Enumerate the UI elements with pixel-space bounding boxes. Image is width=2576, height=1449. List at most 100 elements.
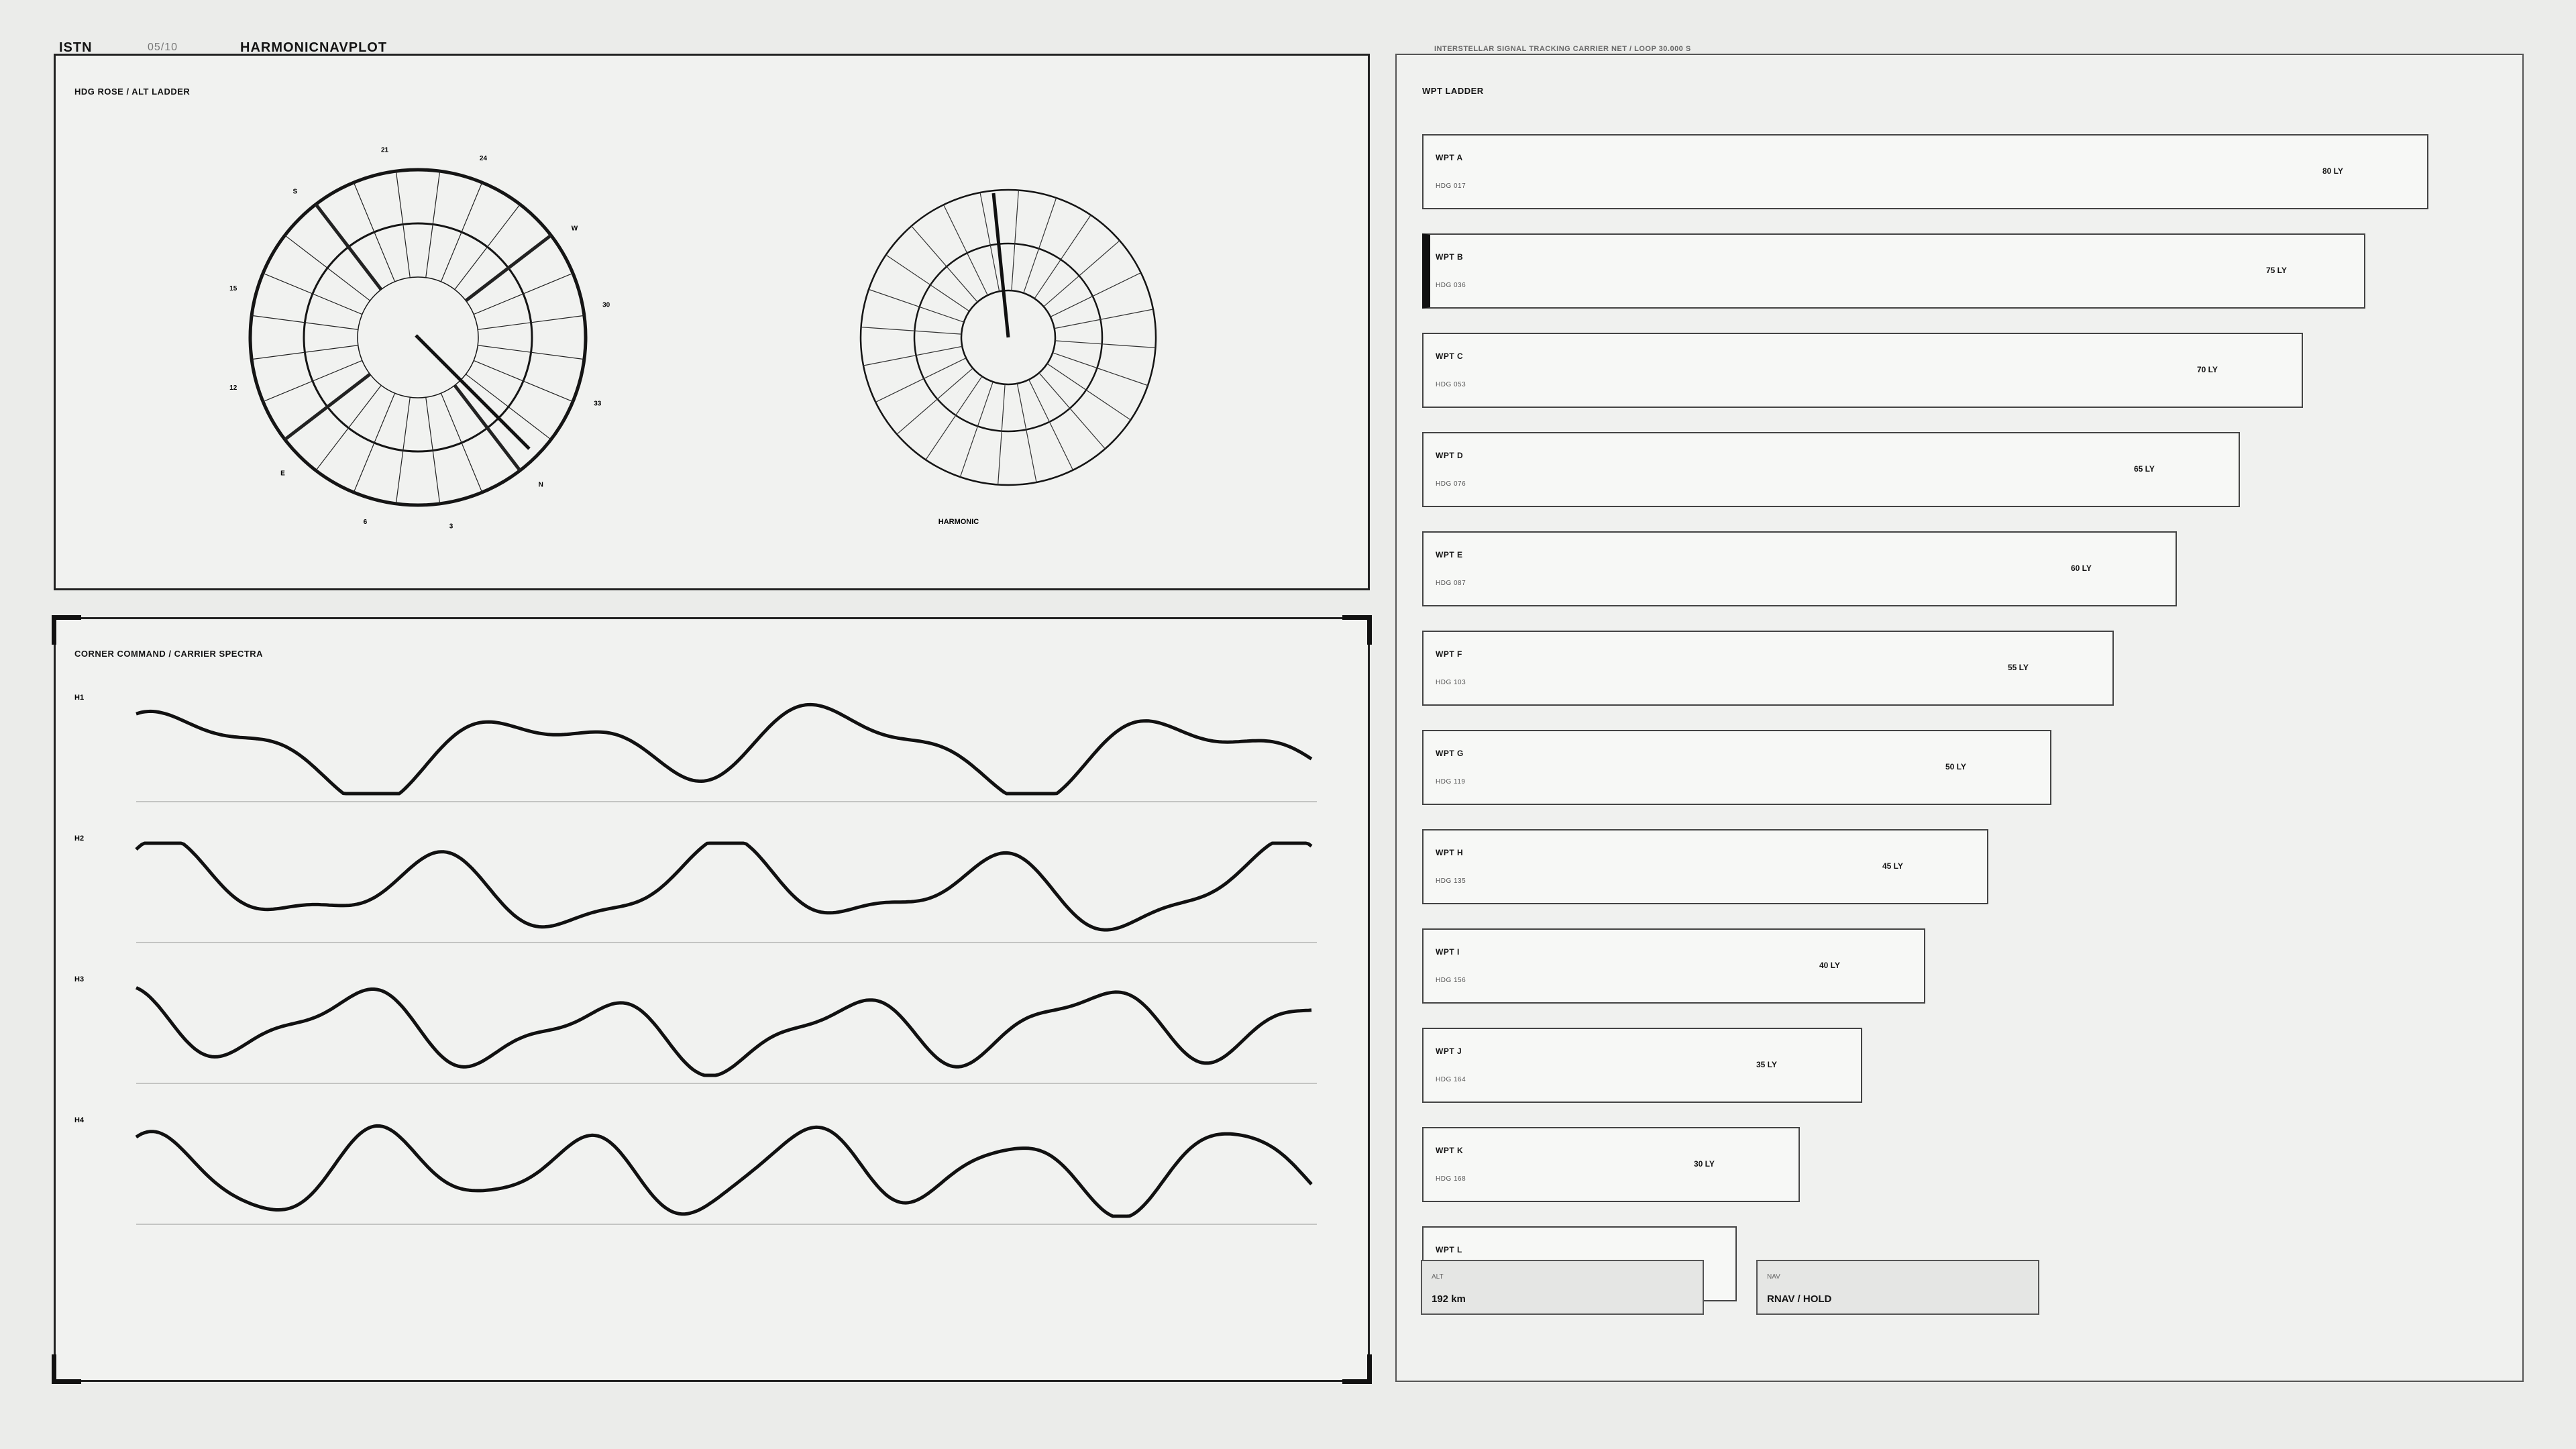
waypoint-distance: 35 LY: [1756, 1060, 1777, 1069]
waypoint-distance: 70 LY: [2197, 365, 2218, 374]
waypoint-row[interactable]: WPT H HDG 135 45 LY: [1422, 829, 1988, 904]
waypoint-name: WPT J: [1436, 1046, 1462, 1056]
waypoint-name: WPT F: [1436, 649, 1462, 659]
rose-heading-needle: [417, 336, 531, 450]
harmonic-spoke: [1028, 379, 1073, 470]
rose-spoke: [284, 235, 370, 301]
waypoint-heading: HDG 164: [1436, 1076, 1466, 1083]
nav-status-box: NAV RNAV / HOLD: [1756, 1260, 2039, 1315]
waypoint-row[interactable]: WPT I HDG 156 40 LY: [1422, 928, 1925, 1004]
harmonic-spoke: [896, 368, 973, 435]
waypoint-name: WPT D: [1436, 451, 1464, 460]
carrier-spectra-panel: CORNER COMMAND / CARRIER SPECTRA H1 H2 H3 H…: [52, 615, 1372, 1384]
harmonic-spoke: [998, 384, 1006, 485]
waypoint-row[interactable]: WPT J HDG 164 35 LY: [1422, 1028, 1862, 1103]
harmonic-spoke: [1050, 272, 1141, 317]
rose-spoke: [262, 360, 363, 402]
waypoint-row[interactable]: WPT F HDG 103 55 LY: [1422, 631, 2114, 706]
waypoint-row[interactable]: WPT B HDG 036 75 LY: [1422, 233, 2365, 309]
harmonic-spoke: [1038, 372, 1106, 449]
spectra-channel-label: H4: [74, 1116, 85, 1124]
harmonic-spoke: [911, 225, 978, 303]
waypoint-heading: HDG 168: [1436, 1175, 1466, 1183]
waypoint-heading: HDG 036: [1436, 282, 1466, 289]
waypoint-row[interactable]: WPT D HDG 076 65 LY: [1422, 432, 2240, 507]
harmonic-spoke: [875, 358, 967, 402]
waypoint-distance: 50 LY: [1945, 762, 1966, 771]
nav-status-value: RNAV / HOLD: [1767, 1293, 1832, 1305]
waypoint-row[interactable]: WPT G HDG 119 50 LY: [1422, 730, 2051, 805]
rose-spoke: [315, 385, 382, 471]
harmonic-spoke: [1046, 363, 1131, 421]
waypoint-name: WPT A: [1436, 153, 1463, 162]
spectra-wave-h3: [135, 986, 1312, 1077]
wpt-ladder-label: WPT LADDER: [1422, 86, 1484, 96]
harmonic-spoke: [863, 345, 963, 366]
rose-spoke: [353, 182, 396, 282]
header-meta: INTERSTELLAR SIGNAL TRACKING CARRIER NET…: [1434, 45, 1691, 53]
spectra-channel-label: H1: [74, 694, 84, 702]
waypoint-heading: HDG 103: [1436, 679, 1466, 686]
heading-rose-dial[interactable]: 21 24 W 30 33 N 3 6 E 12 15 S: [229, 146, 610, 530]
waypoint-heading: HDG 087: [1436, 580, 1466, 587]
harmonic-spoke: [1054, 309, 1154, 329]
waypoint-name: WPT B: [1436, 252, 1464, 262]
waypoint-distance: 55 LY: [2008, 663, 2029, 672]
wpt-ladder-panel: WPT LADDER WPT A HDG 017 80 LY WPT B HDG 036…: [1395, 54, 2524, 1382]
spectra-channel-label: H3: [74, 975, 84, 983]
rose-spoke: [353, 392, 396, 493]
rose-heading-label: 21: [381, 146, 389, 154]
waypoint-distance: 60 LY: [2071, 564, 2092, 573]
waypoint-row[interactable]: WPT E HDG 087 60 LY: [1422, 531, 2177, 606]
waypoint-name: WPT H: [1436, 848, 1464, 857]
alt-status-label: ALT: [1432, 1273, 1444, 1281]
rose-spoke: [284, 372, 372, 441]
rose-heading-label: 30: [602, 302, 610, 309]
spectra-svg: H1 H2 H3 H4: [74, 694, 1317, 1225]
harmonic-spoke: [861, 327, 962, 335]
rose-heading-label: N: [539, 481, 543, 488]
rose-heading-label: W: [572, 225, 578, 233]
harmonic-spoke: [1034, 215, 1091, 299]
rose-svg: 21 24 W 30 33 N 3 6 E 12 15 S HARMONIC: [229, 146, 1157, 531]
waypoint-distance: 80 LY: [2322, 166, 2343, 176]
rose-heading-label: 6: [364, 519, 368, 526]
waypoint-name: WPT I: [1436, 947, 1460, 957]
hdg-rose-panel: HDG ROSE / ALT LADDER 21 24 W 30 33 N 3 6 E 12 15 S…: [54, 54, 1370, 590]
rose-spoke: [262, 272, 363, 315]
alt-status-value: 192 km: [1432, 1293, 1466, 1305]
waypoint-name: WPT C: [1436, 352, 1464, 361]
nav-status-label: NAV: [1767, 1273, 1780, 1281]
waypoint-heading: HDG 053: [1436, 381, 1466, 388]
waypoint-distance: 30 LY: [1694, 1159, 1715, 1169]
rose-spoke: [473, 360, 574, 402]
harmonic-needle: [991, 193, 1010, 338]
waypoint-heading: HDG 135: [1436, 877, 1466, 885]
waypoint-heading: HDG 156: [1436, 977, 1466, 984]
rose-spoke: [454, 204, 521, 290]
waypoint-name: WPT K: [1436, 1146, 1464, 1155]
waypoint-row[interactable]: WPT K HDG 168 30 LY: [1422, 1127, 1800, 1202]
spectra-wave-h2: [135, 841, 1313, 932]
alt-status-box: ALT 192 km: [1421, 1260, 1704, 1315]
waypoint-name: WPT L: [1436, 1245, 1462, 1254]
waypoint-name: WPT G: [1436, 749, 1464, 758]
rose-spoke: [464, 233, 552, 303]
waypoint-row[interactable]: WPT A HDG 017 80 LY: [1422, 134, 2428, 209]
waypoint-row[interactable]: WPT C HDG 053 70 LY: [1422, 333, 2303, 408]
harmonic-spoke: [943, 205, 988, 296]
spectra-wave-h4: [135, 1124, 1313, 1218]
page-counter: 05/10: [148, 42, 178, 53]
rose-heading-label: E: [280, 470, 285, 478]
waypoint-heading: HDG 076: [1436, 480, 1466, 488]
waypoint-heading: HDG 119: [1436, 778, 1466, 786]
waypoint-heading: HDG 017: [1436, 182, 1466, 190]
rose-spoke: [314, 203, 383, 291]
waypoint-distance: 65 LY: [2134, 464, 2155, 474]
harmonic-dial[interactable]: [859, 189, 1157, 486]
rose-heading-label: 15: [229, 285, 237, 292]
harmonic-spoke: [1011, 190, 1019, 291]
harmonic-spoke: [885, 254, 970, 312]
rose-heading-label: S: [292, 189, 297, 196]
waypoint-distance: 40 LY: [1819, 961, 1840, 970]
